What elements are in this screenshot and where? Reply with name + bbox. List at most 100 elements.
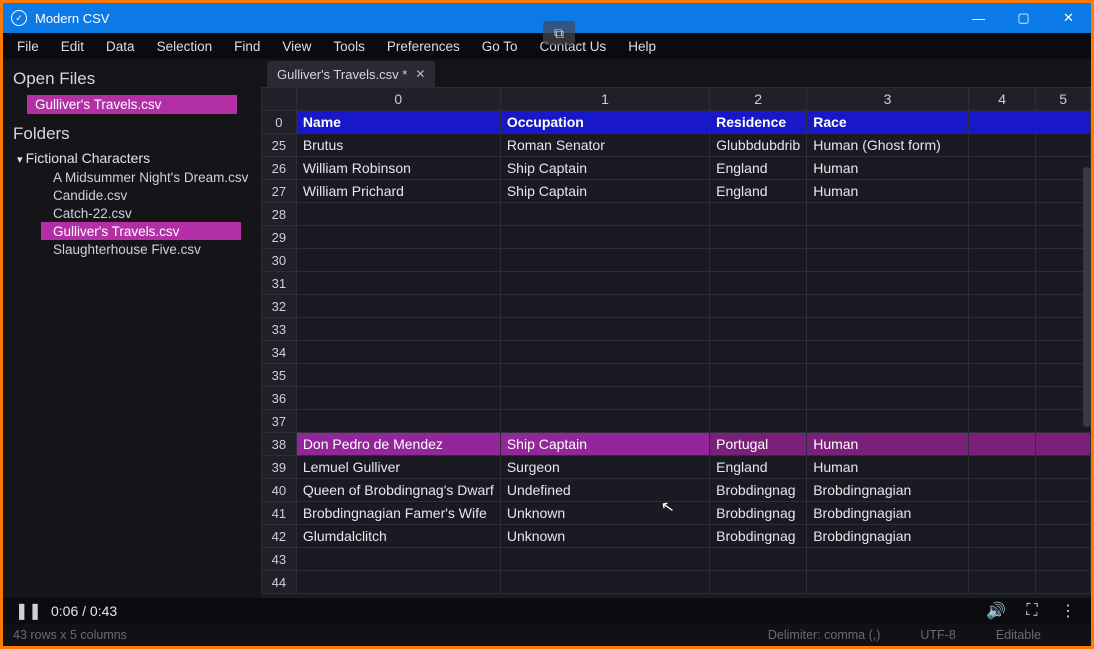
grid-cell[interactable] (807, 203, 969, 226)
grid-cell[interactable] (807, 318, 969, 341)
grid-cell[interactable]: Brutus (296, 134, 500, 157)
grid-cell[interactable] (296, 364, 500, 387)
file-item[interactable]: Candide.csv (3, 186, 261, 204)
vertical-scrollbar[interactable] (1083, 167, 1091, 427)
col-header[interactable]: 2 (710, 88, 807, 111)
grid-cell[interactable] (807, 571, 969, 594)
row-header[interactable]: 27 (262, 180, 297, 203)
grid-cell[interactable] (710, 410, 807, 433)
grid-cell[interactable] (500, 387, 709, 410)
grid-cell[interactable] (710, 272, 807, 295)
row-header[interactable]: 31 (262, 272, 297, 295)
grid-cell[interactable] (710, 364, 807, 387)
grid-cell[interactable] (296, 272, 500, 295)
row-header[interactable]: 33 (262, 318, 297, 341)
grid-cell[interactable] (710, 226, 807, 249)
row-header[interactable]: 28 (262, 203, 297, 226)
grid-cell[interactable] (807, 272, 969, 295)
col-header[interactable]: 4 (968, 88, 1036, 111)
grid-cell[interactable] (807, 410, 969, 433)
grid-cell[interactable] (1036, 525, 1091, 548)
grid-cell[interactable] (968, 479, 1036, 502)
row-header[interactable]: 35 (262, 364, 297, 387)
grid-cell[interactable] (968, 318, 1036, 341)
grid-cell[interactable]: Brobdingnagian (807, 525, 969, 548)
grid-cell[interactable]: Human (807, 433, 969, 456)
menu-edit[interactable]: Edit (53, 37, 92, 56)
grid-cell[interactable] (968, 157, 1036, 180)
grid-cell[interactable] (710, 249, 807, 272)
grid-cell[interactable] (500, 410, 709, 433)
file-item[interactable]: Slaughterhouse Five.csv (3, 240, 261, 258)
grid-cell[interactable] (1036, 571, 1091, 594)
grid-cell[interactable] (807, 548, 969, 571)
folder-root[interactable]: Fictional Characters (3, 148, 261, 168)
grid-cell[interactable]: Occupation (500, 111, 709, 134)
grid-cell[interactable] (500, 364, 709, 387)
grid-cell[interactable]: William Robinson (296, 157, 500, 180)
file-item[interactable]: Gulliver's Travels.csv (41, 222, 241, 240)
minimize-button[interactable]: — (956, 3, 1001, 33)
grid-cell[interactable]: Surgeon (500, 456, 709, 479)
grid-cell[interactable]: Lemuel Gulliver (296, 456, 500, 479)
grid-cell[interactable] (500, 318, 709, 341)
grid-cell[interactable] (500, 295, 709, 318)
menu-help[interactable]: Help (620, 37, 664, 56)
grid-cell[interactable] (296, 295, 500, 318)
grid-cell[interactable] (1036, 111, 1091, 134)
grid-cell[interactable] (500, 571, 709, 594)
grid-cell[interactable] (968, 364, 1036, 387)
menu-go-to[interactable]: Go To (474, 37, 526, 56)
grid-cell[interactable] (1036, 502, 1091, 525)
row-header[interactable]: 41 (262, 502, 297, 525)
grid-cell[interactable]: Human (807, 180, 969, 203)
grid-cell[interactable] (807, 341, 969, 364)
grid-cell[interactable]: William Prichard (296, 180, 500, 203)
grid-cell[interactable] (296, 410, 500, 433)
col-header[interactable]: 3 (807, 88, 969, 111)
menu-preferences[interactable]: Preferences (379, 37, 468, 56)
menu-find[interactable]: Find (226, 37, 268, 56)
grid-cell[interactable] (968, 456, 1036, 479)
col-header[interactable]: 0 (296, 88, 500, 111)
grid-cell[interactable] (807, 387, 969, 410)
grid-cell[interactable]: Human (807, 456, 969, 479)
grid-cell[interactable]: Unknown (500, 525, 709, 548)
row-header[interactable]: 25 (262, 134, 297, 157)
row-header[interactable]: 39 (262, 456, 297, 479)
row-header[interactable]: 42 (262, 525, 297, 548)
grid-cell[interactable]: Portugal (710, 433, 807, 456)
grid-cell[interactable] (296, 548, 500, 571)
grid-cell[interactable] (968, 571, 1036, 594)
grid-cell[interactable] (807, 295, 969, 318)
grid-cell[interactable] (1036, 134, 1091, 157)
open-file-item[interactable]: Gulliver's Travels.csv (27, 95, 237, 114)
grid-cell[interactable]: Don Pedro de Mendez (296, 433, 500, 456)
tab-close-icon[interactable]: ✕ (415, 67, 425, 81)
row-header[interactable]: 36 (262, 387, 297, 410)
file-item[interactable]: Catch-22.csv (3, 204, 261, 222)
grid-cell[interactable]: Brobdingnag (710, 502, 807, 525)
grid-cell[interactable] (1036, 433, 1091, 456)
row-header[interactable]: 43 (262, 548, 297, 571)
grid-cell[interactable] (968, 548, 1036, 571)
close-button[interactable]: ✕ (1046, 3, 1091, 33)
grid-cell[interactable]: Ship Captain (500, 433, 709, 456)
maximize-button[interactable]: ▢ (1001, 3, 1046, 33)
row-header[interactable]: 26 (262, 157, 297, 180)
grid-cell[interactable] (968, 433, 1036, 456)
grid-cell[interactable] (296, 203, 500, 226)
pause-button[interactable]: ❚❚ (15, 601, 37, 621)
grid-cell[interactable]: Unknown (500, 502, 709, 525)
grid-cell[interactable]: Human (807, 157, 969, 180)
grid-cell[interactable] (968, 502, 1036, 525)
volume-icon[interactable]: 🔊 (985, 601, 1007, 621)
row-header[interactable]: 44 (262, 571, 297, 594)
grid-cell[interactable] (968, 134, 1036, 157)
menu-view[interactable]: View (274, 37, 319, 56)
row-header[interactable]: 37 (262, 410, 297, 433)
spreadsheet-grid[interactable]: 0123450NameOccupationResidenceRace25Brut… (261, 87, 1091, 598)
grid-cell[interactable] (968, 180, 1036, 203)
row-header[interactable]: 40 (262, 479, 297, 502)
grid-cell[interactable] (710, 571, 807, 594)
